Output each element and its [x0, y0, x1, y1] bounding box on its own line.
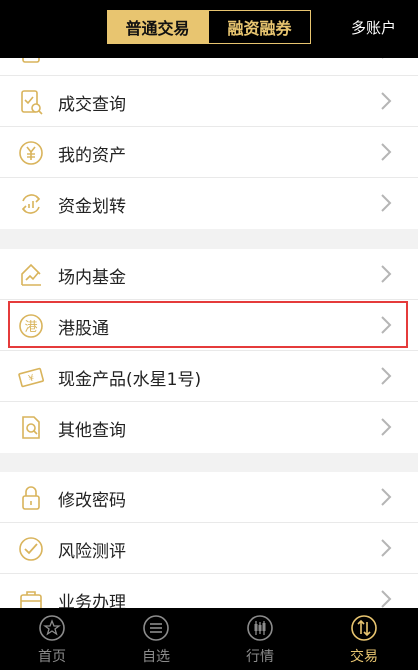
chevron-right-icon — [380, 486, 392, 508]
chevron-right-icon — [380, 141, 392, 163]
lock-icon — [17, 484, 45, 512]
menu-item-label: 港股通 — [58, 319, 109, 339]
menu-item-partial[interactable] — [0, 58, 418, 76]
chevron-right-icon — [380, 416, 392, 438]
chevron-right-icon — [380, 263, 392, 285]
briefcase-icon — [17, 586, 45, 608]
hk-icon: 港 — [17, 312, 45, 340]
tab-margin-trading[interactable]: 融资融券 — [208, 10, 311, 44]
menu-group-products: 场内基金 港 港股通 ¥ 现金产品(水星1号) 其他查询 — [0, 249, 418, 453]
query-icon — [17, 88, 45, 116]
tab-label: 行情 — [246, 649, 274, 665]
cash-icon: ¥ — [17, 363, 45, 391]
top-bar: 普通交易 融资融券 多账户 — [0, 0, 418, 58]
menu-item-trade-query[interactable]: 成交查询 — [0, 76, 418, 127]
chevron-right-icon — [380, 537, 392, 559]
chevron-right-icon — [380, 58, 392, 61]
tab-home[interactable]: 首页 — [0, 608, 104, 670]
menu-group-services: 修改密码 风险测评 业务办理 — [0, 472, 418, 608]
svg-text:¥: ¥ — [27, 373, 35, 384]
menu-item-business[interactable]: 业务办理 — [0, 574, 418, 608]
list-icon — [142, 614, 170, 642]
menu-item-other-query[interactable]: 其他查询 — [0, 402, 418, 453]
tab-label: 首页 — [38, 649, 66, 665]
chevron-right-icon — [380, 90, 392, 112]
tab-normal-trading[interactable]: 普通交易 — [107, 10, 208, 44]
svg-text:港: 港 — [24, 320, 37, 335]
document-icon — [17, 58, 45, 65]
menu-item-exchange-fund[interactable]: 场内基金 — [0, 249, 418, 300]
menu-item-my-assets[interactable]: 我的资产 — [0, 127, 418, 178]
search-doc-icon — [17, 414, 45, 442]
tab-label: 交易 — [350, 649, 378, 665]
menu-content[interactable]: 成交查询 我的资产 资金划转 场内基金 港 港股通 ¥ 现金产品(水星1号) 其… — [0, 58, 418, 608]
menu-group-account: 成交查询 我的资产 资金划转 — [0, 58, 418, 229]
menu-item-hk-connect[interactable]: 港 港股通 — [0, 300, 418, 351]
chevron-right-icon — [380, 365, 392, 387]
tab-market[interactable]: 行情 — [208, 608, 312, 670]
star-icon — [38, 614, 66, 642]
menu-item-label: 资金划转 — [58, 197, 126, 217]
menu-item-label: 其他查询 — [58, 421, 126, 441]
menu-item-fund-transfer[interactable]: 资金划转 — [0, 178, 418, 229]
fund-icon — [17, 261, 45, 289]
menu-item-label: 业务办理 — [58, 593, 126, 608]
menu-item-label: 我的资产 — [58, 146, 126, 166]
menu-item-label: 现金产品(水星1号) — [58, 370, 202, 390]
yuan-icon — [17, 139, 45, 167]
menu-item-label: 场内基金 — [58, 268, 126, 288]
tab-trade[interactable]: 交易 — [312, 608, 416, 670]
tab-watchlist[interactable]: 自选 — [104, 608, 208, 670]
menu-item-label: 修改密码 — [58, 491, 126, 511]
tab-label: 自选 — [142, 649, 170, 665]
bottom-tab-bar: 首页 自选 行情 交易 — [0, 608, 418, 670]
chevron-right-icon — [380, 314, 392, 336]
menu-item-label: 成交查询 — [58, 95, 126, 115]
menu-item-change-password[interactable]: 修改密码 — [0, 472, 418, 523]
chevron-right-icon — [380, 192, 392, 214]
chevron-right-icon — [380, 588, 392, 608]
menu-item-cash-product[interactable]: ¥ 现金产品(水星1号) — [0, 351, 418, 402]
trade-icon — [350, 614, 378, 642]
transfer-icon — [17, 190, 45, 218]
menu-item-risk-assessment[interactable]: 风险测评 — [0, 523, 418, 574]
check-icon — [17, 535, 45, 563]
menu-item-label: 风险测评 — [58, 542, 126, 562]
candlestick-icon — [246, 614, 274, 642]
multi-account-button[interactable]: 多账户 — [351, 17, 396, 38]
